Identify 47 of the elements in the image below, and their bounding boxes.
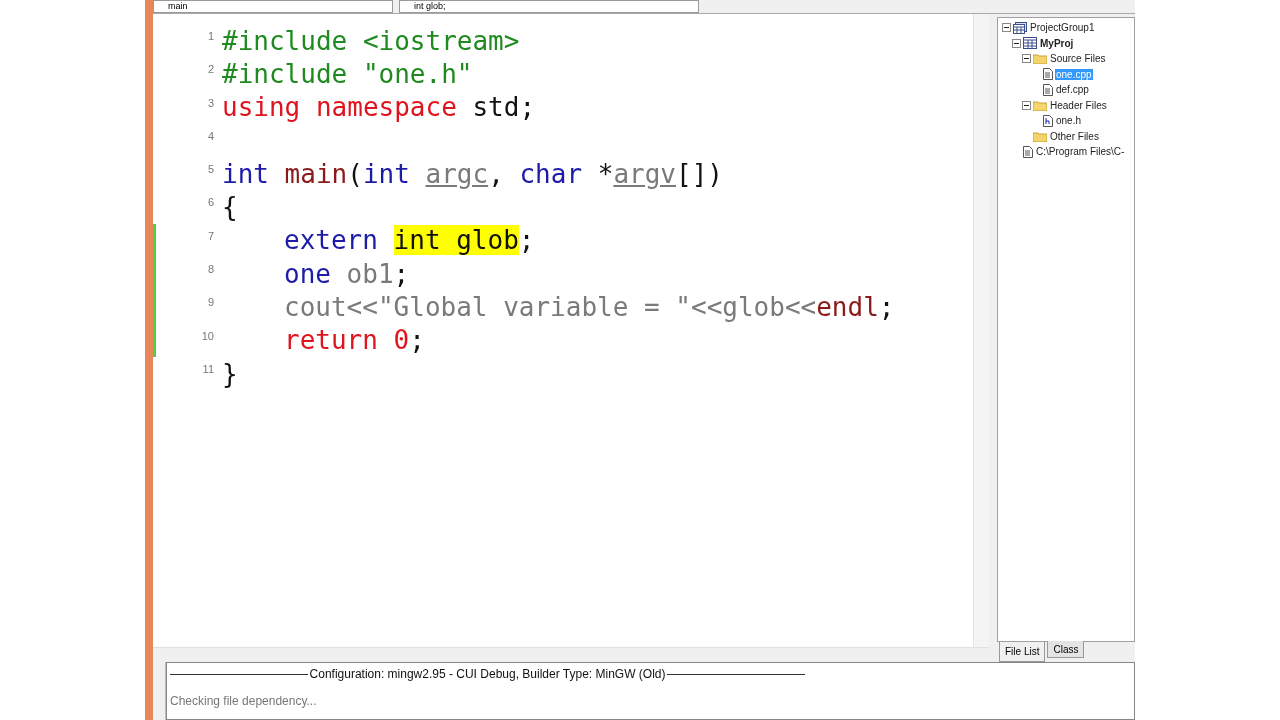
line-number: 8 — [206, 263, 215, 276]
line-number: 4 — [206, 129, 215, 142]
tree-item[interactable]: one.h — [1055, 115, 1083, 127]
output-line: Checking file dependency... — [170, 694, 318, 708]
line-number: 3 — [206, 96, 215, 109]
project-group-icon — [1013, 21, 1027, 34]
tree-item[interactable]: C:\Program Files\C- — [1035, 146, 1126, 158]
symbol-combo[interactable]: int glob; — [399, 0, 699, 13]
folder-icon — [1033, 130, 1047, 142]
tree-item[interactable]: MyProj — [1039, 37, 1075, 49]
scope-combo[interactable]: main — [153, 0, 393, 13]
code-line: #include <iostream> — [222, 25, 520, 56]
tree-item[interactable]: Source Files — [1049, 53, 1107, 65]
line-number: 5 — [206, 163, 215, 176]
line-number: 6 — [206, 196, 215, 209]
tree-item[interactable]: def.cpp — [1055, 84, 1090, 96]
project-icon — [1023, 37, 1037, 50]
collapse-icon[interactable] — [1012, 38, 1021, 48]
header-file-icon — [1043, 114, 1053, 127]
line-number: 2 — [206, 63, 215, 76]
tree-item[interactable]: Header Files — [1049, 99, 1108, 111]
panel-tab[interactable]: Class — [1047, 641, 1085, 658]
collapse-icon[interactable] — [1022, 100, 1031, 110]
code-line: return 0; — [283, 325, 425, 356]
line-number: 7 — [206, 229, 215, 242]
line-number: 1 — [206, 30, 215, 42]
code-line: #include "one.h" — [222, 58, 473, 89]
code-line: } — [222, 358, 238, 389]
file-icon — [1023, 145, 1033, 158]
code-line: { — [222, 192, 238, 223]
code-line: using namespace std; — [222, 92, 536, 123]
file-icon — [1043, 83, 1053, 96]
code-line: one ob1; — [283, 258, 410, 289]
file-icon — [1043, 68, 1053, 81]
line-number: 10 — [200, 329, 215, 342]
folder-icon — [1033, 53, 1047, 65]
collapse-icon[interactable] — [1022, 54, 1031, 64]
folder-icon — [1033, 99, 1047, 111]
panel-tab[interactable]: File List — [999, 642, 1046, 662]
line-number: 11 — [201, 362, 215, 375]
tree-item[interactable]: ProjectGroup1 — [1029, 22, 1096, 34]
build-configuration: Configuration: mingw2.95 - CUI Debug, Builder Type: MinGW (Old) — [309, 667, 666, 681]
line-number: 9 — [206, 296, 215, 309]
code-line: cout<<"Global variable = "<<glob<<endl; — [283, 292, 895, 322]
tree-item[interactable]: Other Files — [1049, 130, 1100, 142]
collapse-icon[interactable] — [1002, 23, 1011, 33]
code-line: int main(int argc, char *argv[]) — [222, 158, 723, 189]
